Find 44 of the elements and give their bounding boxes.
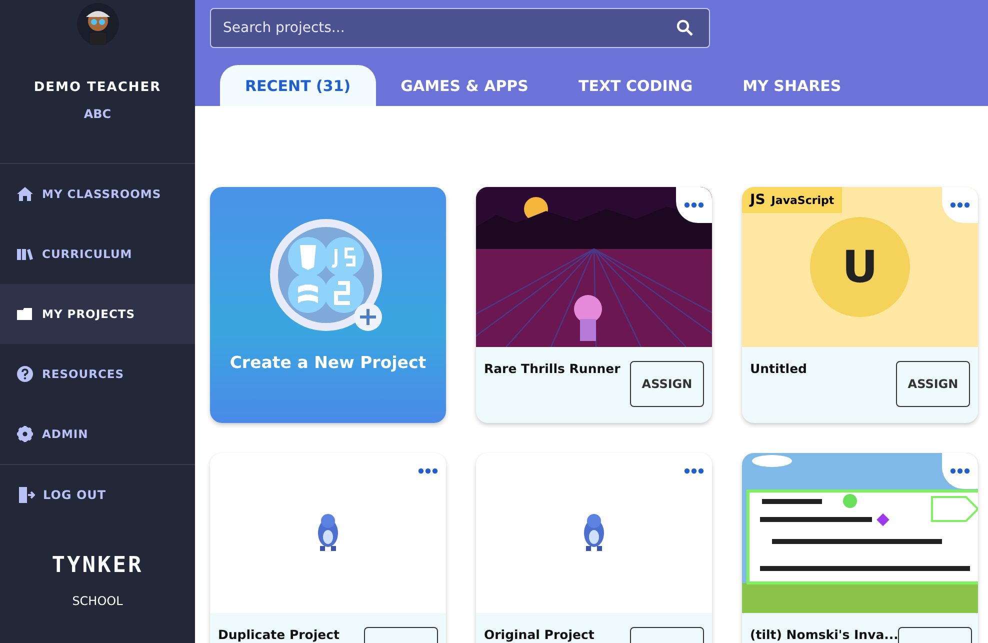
more-icon [418, 468, 438, 474]
tab[interactable]: MY SHARES [718, 65, 866, 106]
search-icon[interactable] [676, 19, 694, 37]
search-field[interactable]: Search projects... [210, 8, 710, 48]
organization-name: ABC [84, 107, 112, 121]
logout-link[interactable]: LOG OUT [0, 465, 195, 525]
language-label: JavaScript [771, 194, 834, 206]
door-exit-icon [17, 486, 35, 504]
assign-button[interactable]: ASSIGN [630, 361, 704, 407]
tab[interactable]: RECENT (31) [220, 65, 376, 106]
tab[interactable]: TEXT CODING [553, 65, 718, 106]
project-card[interactable]: Duplicate Project [210, 453, 446, 643]
sidebar-item[interactable]: ADMIN [0, 404, 195, 464]
home-icon [16, 185, 34, 203]
project-title: Rare Thrills Runner [484, 361, 620, 378]
more-icon [684, 468, 704, 474]
project-title: Duplicate Project [218, 627, 340, 643]
project-card[interactable]: Original Project [476, 453, 712, 643]
sidebar-item[interactable]: MY CLASSROOMS [0, 164, 195, 224]
project-title: Original Project [484, 627, 594, 643]
card-title: Create a New Project [230, 353, 426, 372]
sidebar-item[interactable]: RESOURCES [0, 344, 195, 404]
more-icon [684, 202, 704, 208]
more-icon [950, 202, 970, 208]
help-icon [16, 365, 34, 383]
assign-button[interactable]: ASSIGN [896, 361, 970, 407]
sidebar-item[interactable]: CURRICULUM [0, 224, 195, 284]
user-name: DEMO TEACHER [34, 80, 162, 95]
project-title: Untitled [750, 361, 807, 378]
settings-icon [16, 425, 34, 443]
tab[interactable]: GAMES & APPS [376, 65, 554, 106]
more-button[interactable] [676, 187, 712, 223]
project-title: (tilt) Nomski's Inva... [750, 627, 898, 643]
avatar-icon [76, 3, 118, 45]
project-card[interactable]: (tilt) Nomski's Inva... [742, 453, 978, 643]
project-initial: U [810, 217, 910, 317]
logo-subtitle: SCHOOL [72, 594, 123, 608]
project-card[interactable]: Rare Thrills Runner ASSIGN [476, 187, 712, 423]
sidebar-item[interactable]: MY PROJECTS [0, 284, 195, 344]
project-card[interactable]: JS JavaScript U Untitled ASSIGN [742, 187, 978, 423]
language-icon: JS [750, 192, 766, 208]
folder-icon [16, 305, 34, 323]
more-icon [950, 468, 970, 474]
logo: TYNKER [52, 553, 144, 578]
